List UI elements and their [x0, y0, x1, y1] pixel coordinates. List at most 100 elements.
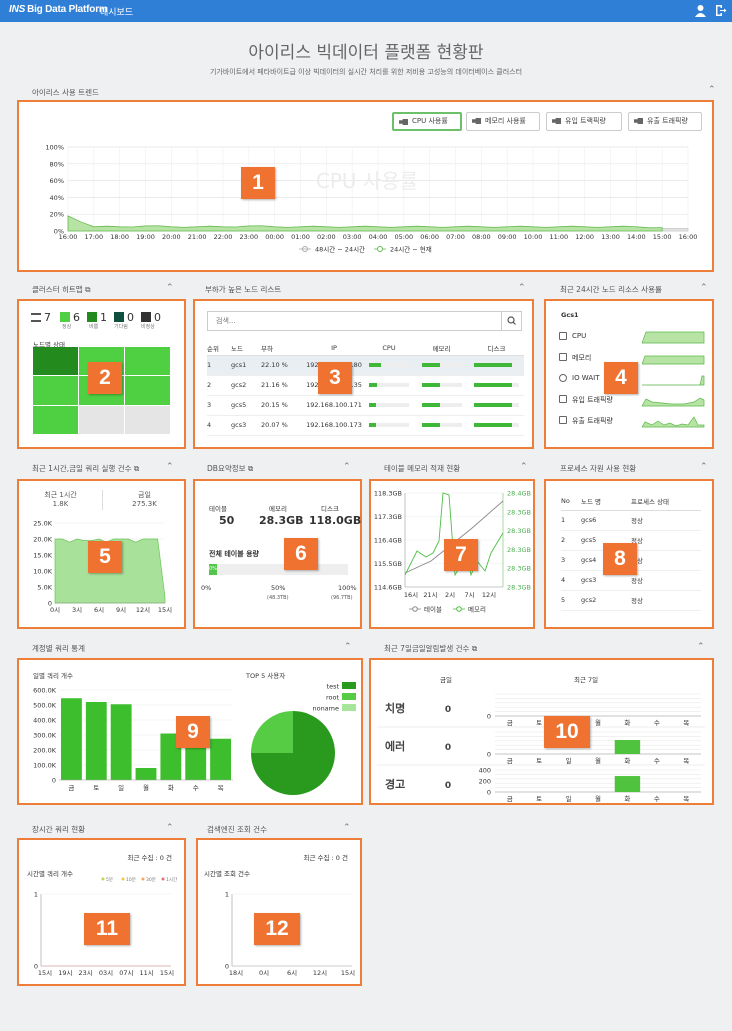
- x-tick-label: 토: [93, 784, 99, 792]
- process-cell-status: 정상: [631, 597, 643, 605]
- user-icon[interactable]: [694, 4, 707, 17]
- external-link-icon: ⧉: [85, 285, 91, 294]
- usage-bar-fill: [474, 423, 513, 427]
- section-title-heatmap[interactable]: 클러스터 히트맵 ⧉: [32, 284, 90, 295]
- x-tick-label: 토: [536, 757, 542, 765]
- node-search-input[interactable]: [208, 312, 498, 330]
- x-tick-label: 22:00: [214, 233, 233, 241]
- bar-토[interactable]: [85, 702, 107, 780]
- y-tick-label: 0: [487, 751, 491, 759]
- usage-bar-fill: [421, 363, 440, 367]
- node-cell-load: 21.16 %: [261, 381, 288, 389]
- x-tick-label: 월: [595, 718, 601, 727]
- badge-2: 2: [88, 362, 122, 394]
- heatmap-cell[interactable]: [125, 376, 170, 405]
- section-title-db[interactable]: DB요약정보 ⧉: [207, 463, 253, 474]
- collapse-icon[interactable]: ⌃: [343, 462, 351, 472]
- memory-usage-button[interactable]: 메모리 사용률: [466, 112, 540, 131]
- node-usage-cell: [364, 375, 414, 395]
- legend-root[interactable]: root: [326, 694, 339, 702]
- heatmap-cell[interactable]: [33, 405, 78, 434]
- y-tick-label: 0: [52, 777, 56, 785]
- resource-sparkline: [642, 416, 705, 428]
- section-title-query1h[interactable]: 최근 1시간,금일 쿼리 실행 건수 ⧉: [32, 463, 139, 474]
- warning-bar-화[interactable]: [614, 776, 641, 792]
- collapse-icon[interactable]: ⌃: [343, 823, 351, 833]
- x-tick-label: 15시: [158, 606, 172, 614]
- legend-label[interactable]: 30분: [146, 877, 156, 883]
- usage-bar: [421, 363, 462, 367]
- legend-noname[interactable]: noname: [312, 705, 339, 713]
- node-row[interactable]: 1gcs122.10 %192.168.100.180: [207, 355, 524, 375]
- outbound-traffic-button[interactable]: 유출 트래픽량: [628, 112, 702, 131]
- usage-bar: [421, 403, 462, 407]
- resource-sparkline: [642, 375, 705, 386]
- search-button[interactable]: [501, 312, 521, 330]
- bar-금[interactable]: [61, 698, 82, 780]
- db-panel: 테이블 50 메모리 28.3GB 디스크 118.0GB 전체 테이블 용량 …: [193, 479, 362, 629]
- y-tick-label: 100.0K: [33, 762, 57, 770]
- collapse-icon[interactable]: ⌃: [700, 283, 708, 293]
- longquery-x-tick-label: 11시: [140, 969, 154, 977]
- app-logo[interactable]: INS Big Data Platform: [9, 4, 108, 15]
- bar-일[interactable]: [110, 704, 132, 780]
- legend-test[interactable]: test: [327, 683, 340, 691]
- resource-label: 유입 트래픽량: [572, 396, 613, 404]
- legend-marker-memory: [456, 606, 462, 612]
- collapse-icon[interactable]: ⌃: [700, 462, 708, 472]
- menu-dashboard[interactable]: 대시보드: [100, 5, 133, 18]
- section-title-alarm[interactable]: 최근 7일금일알림발생 건수 ⧉: [384, 643, 477, 654]
- scale-0: 0%: [201, 584, 212, 592]
- legend-label[interactable]: 5분: [106, 877, 113, 883]
- node-row[interactable]: 3 gcs5 20.15 % 192.168.100.171: [207, 395, 524, 415]
- legend-label[interactable]: 1시간: [166, 876, 177, 883]
- node-row[interactable]: 4 gcs3 20.07 % 192.168.100.173: [207, 415, 524, 435]
- node-usage-cell: [364, 415, 414, 435]
- search-x-tick-label: 15시: [341, 969, 355, 977]
- top5-users-chart: test root noname: [251, 682, 356, 795]
- y-tick-label: 1: [225, 891, 229, 899]
- node-usage-cell: [414, 375, 469, 395]
- heatmap-cell[interactable]: [33, 347, 78, 376]
- collapse-icon[interactable]: ⌃: [344, 642, 352, 652]
- collapse-icon[interactable]: ⌃: [518, 283, 526, 293]
- bar-목[interactable]: [210, 738, 231, 780]
- heatmap-cell[interactable]: [125, 347, 170, 376]
- col-cpu: CPU: [382, 343, 396, 352]
- collapse-icon[interactable]: ⌃: [520, 462, 528, 472]
- scale-100: 100%: [338, 584, 357, 592]
- legend-swatch-noname: [342, 704, 356, 711]
- outbound-traffic-icon: [559, 416, 567, 424]
- error-bar-화[interactable]: [614, 740, 641, 754]
- y-tick-label: 20.0K: [33, 536, 52, 544]
- x-tick-label: 18:00: [110, 233, 129, 241]
- logo-text: Big Data Platform: [27, 4, 108, 15]
- collapse-icon[interactable]: ⌃: [166, 462, 174, 472]
- bar-월[interactable]: [135, 768, 157, 780]
- collapse-icon[interactable]: ⌃: [697, 642, 705, 652]
- collapse-icon[interactable]: ⌃: [166, 283, 174, 293]
- logout-icon[interactable]: [714, 4, 727, 17]
- badge-11: 11: [84, 913, 130, 945]
- process-row[interactable]: 5 gcs2 정상: [561, 590, 701, 610]
- node-row[interactable]: 2gcs221.16 %192.168.100.135: [207, 375, 524, 395]
- legend-table[interactable]: 테이블: [424, 605, 442, 614]
- busy-color: [87, 312, 97, 322]
- x-tick-label: 목: [683, 795, 689, 803]
- process-row[interactable]: 1 gcs6 정상: [561, 510, 701, 530]
- cpu-usage-button[interactable]: CPU 사용률: [392, 112, 462, 131]
- node-cell-rank: 3: [207, 401, 212, 409]
- legend-memory[interactable]: 메모리: [468, 605, 486, 614]
- collapse-icon[interactable]: ⌃: [166, 823, 174, 833]
- usage-bar-fill: [421, 423, 440, 427]
- y-left-tick-label: 114.6GB: [374, 584, 402, 592]
- trend-legend[interactable]: 48시간 ~ 24시간 24시간 ~ 현재: [299, 245, 432, 254]
- inbound-traffic-button[interactable]: 유입 트랙픽량: [546, 112, 622, 131]
- legend-swatch-root: [342, 693, 356, 700]
- collapse-icon[interactable]: ⌃: [708, 85, 716, 95]
- legend-label[interactable]: 10분: [126, 877, 136, 883]
- longquery-x-tick-label: 07시: [119, 969, 133, 977]
- pie-slice-root[interactable]: [251, 711, 293, 753]
- usage-bar-fill: [421, 383, 440, 387]
- heatmap-cell[interactable]: [33, 376, 78, 405]
